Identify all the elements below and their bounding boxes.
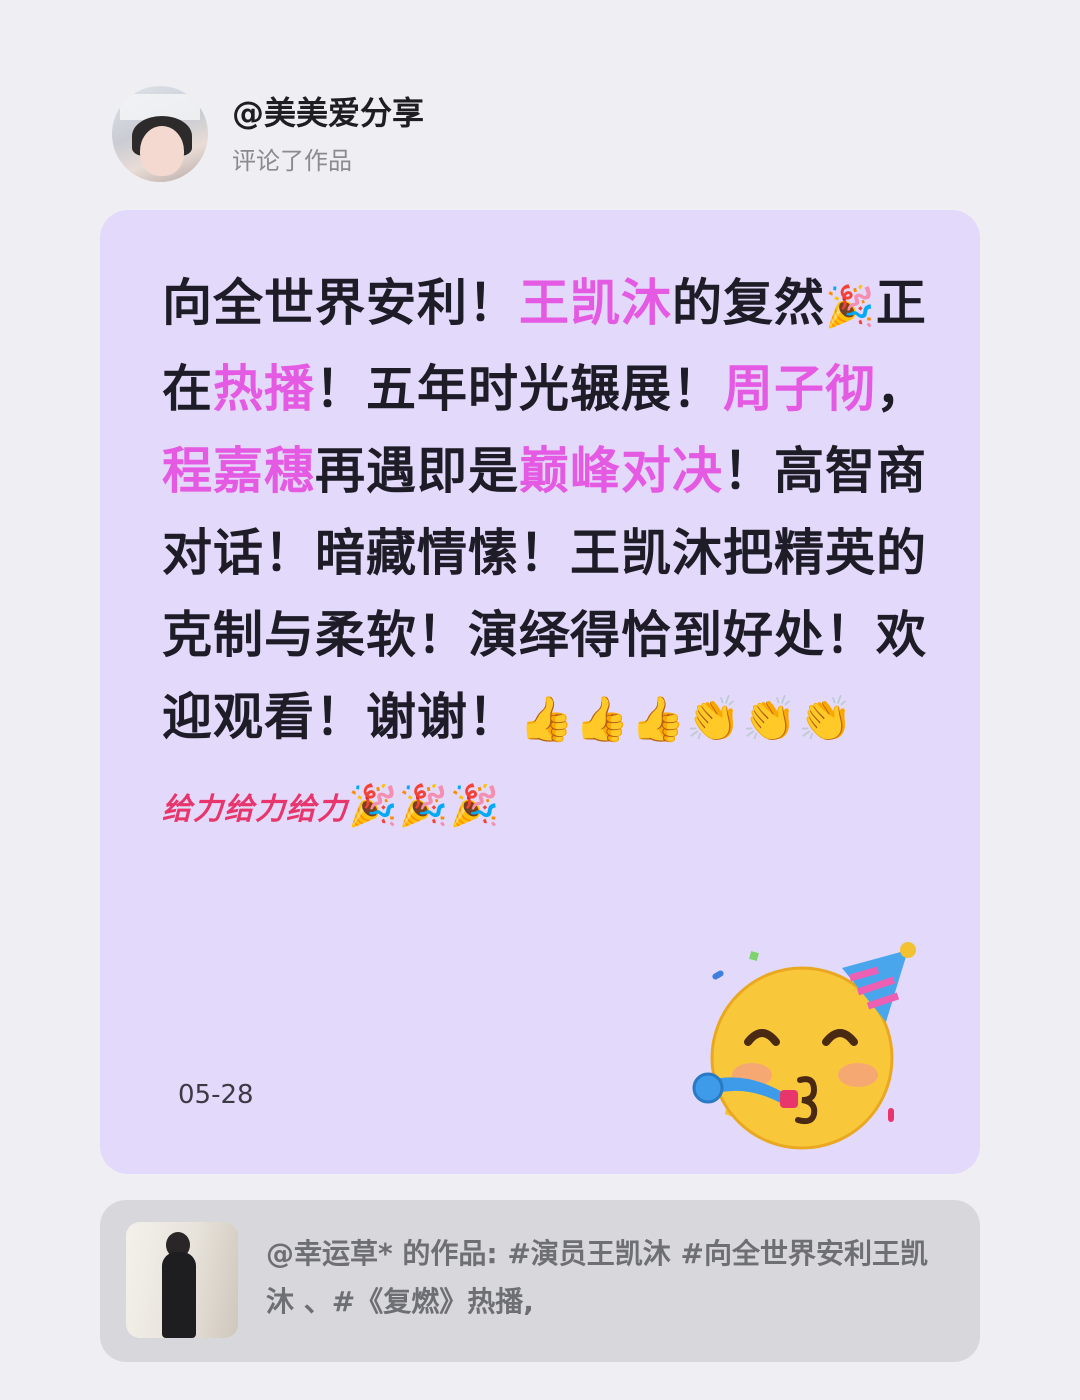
highlight-text: 王凯沐 — [519, 274, 672, 332]
comment-date: 05-28 — [178, 1080, 254, 1110]
comment-segment: ， — [876, 360, 927, 418]
confetti-piece — [888, 1108, 894, 1122]
action-label: 评论了作品 — [232, 146, 352, 175]
party-popper-icon: 🎉 — [398, 783, 450, 829]
comment-header: @美美爱分享 评论了作品 — [112, 86, 424, 182]
highlight-text: 巅峰对决 — [519, 442, 723, 500]
comment-text: 向全世界安利！王凯沐的复然🎉正在热播！五年时光辗展！周子彻，程嘉穗再遇即是巅峰对… — [162, 262, 932, 843]
party-popper-icon: 🎉 — [449, 783, 501, 829]
comment-segment: 再遇即是 — [315, 442, 519, 500]
confetti-piece — [749, 951, 759, 961]
user-meta: @美美爱分享 评论了作品 — [232, 93, 424, 176]
comment-segment: ！五年时光辗展！ — [315, 360, 723, 418]
referenced-work-card[interactable]: @幸运草* 的作品: #演员王凯沐 #向全世界安利王凯沐 、#《复燃》热播, — [100, 1200, 980, 1362]
work-thumbnail[interactable] — [126, 1222, 238, 1338]
clapping-hands-icon: 👏 — [686, 694, 743, 745]
highlight-text: 周子彻 — [723, 360, 876, 418]
thumbs-up-icon: 👍 — [574, 694, 631, 745]
tail-text: 给力给力给力 — [162, 792, 348, 827]
comment-tail: 给力给力给力🎉🎉🎉 — [162, 783, 500, 829]
avatar[interactable] — [112, 86, 208, 182]
comment-segment: 向全世界安利！ — [162, 274, 519, 332]
username[interactable]: @美美爱分享 — [232, 93, 424, 133]
thumbs-up-icon: 👍 — [630, 694, 687, 745]
party-popper-icon: 🎉 — [348, 783, 399, 829]
clapping-hands-icon: 👏 — [742, 694, 798, 745]
party-face-icon — [692, 942, 916, 1150]
comment-segment: 的复然 — [672, 274, 825, 332]
party-popper-icon: 🎉 — [825, 284, 876, 330]
work-description: @幸运草* 的作品: #演员王凯沐 #向全世界安利王凯沐 、#《复燃》热播, — [266, 1237, 929, 1318]
confetti-piece — [712, 970, 724, 980]
comment-card: 向全世界安利！王凯沐的复然🎉正在热播！五年时光辗展！周子彻，程嘉穗再遇即是巅峰对… — [100, 210, 980, 1174]
highlight-text: 程嘉穗 — [162, 442, 315, 500]
clapping-hands-icon: 👏 — [797, 694, 854, 745]
highlight-text: 热播 — [213, 360, 315, 418]
thumbs-up-icon: 👍 — [519, 694, 575, 745]
